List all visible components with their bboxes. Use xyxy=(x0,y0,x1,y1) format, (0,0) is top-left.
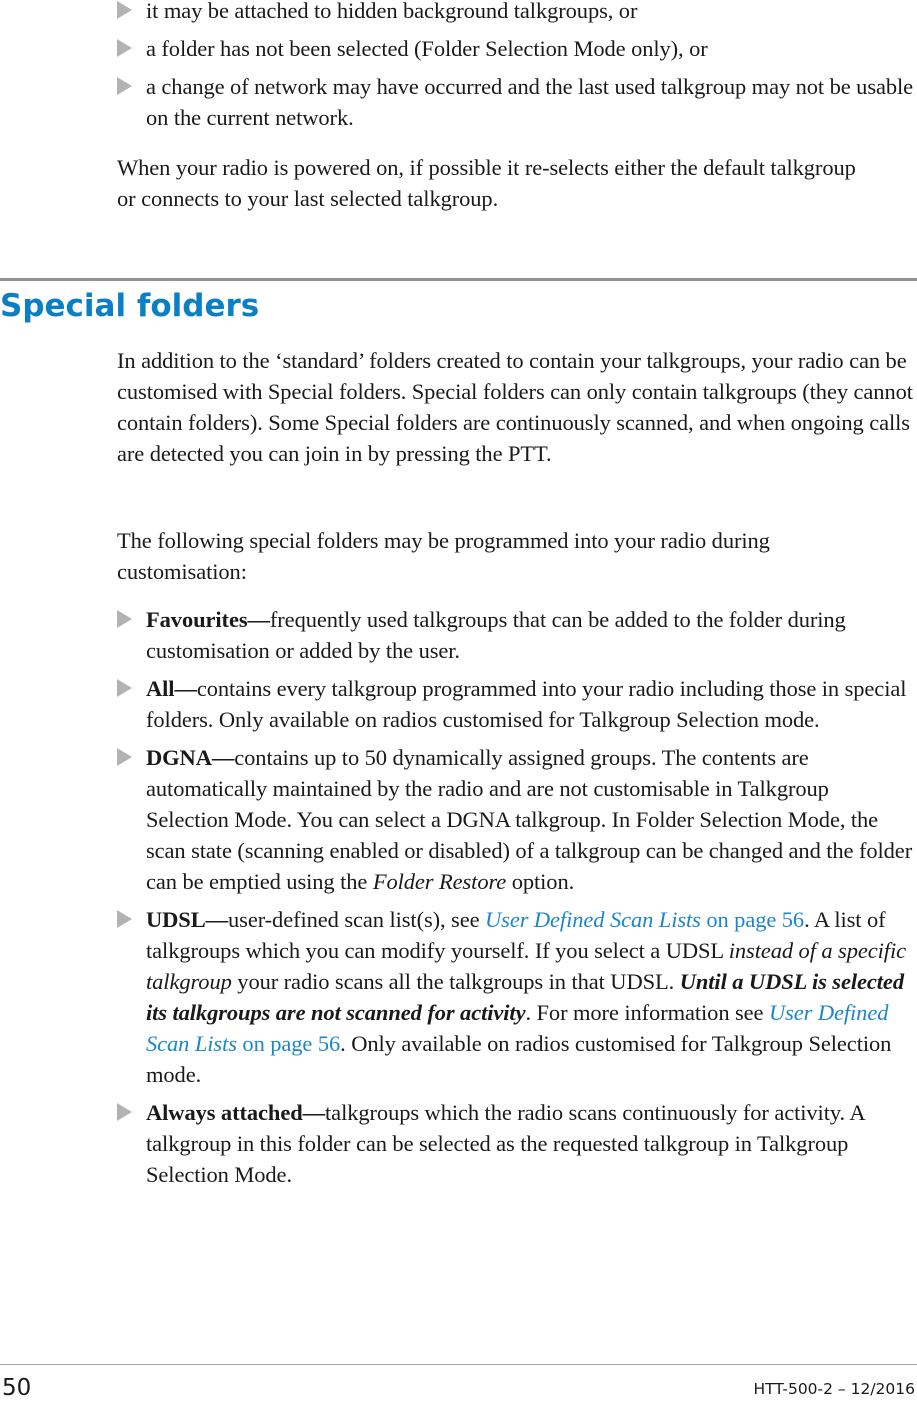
power-on-paragraph: When your radio is powered on, if possib… xyxy=(117,155,856,211)
special-folders-list: Favourites—frequently used talkgroups th… xyxy=(117,604,915,1197)
folder-term: UDSL xyxy=(146,907,206,932)
triangle-bullet-icon xyxy=(117,1103,132,1121)
folder-term: All xyxy=(146,676,175,701)
folder-description: user-defined scan list(s), see xyxy=(228,907,486,932)
udsl-cross-reference-link[interactable]: User Defined Scan Lists on page 56 xyxy=(485,907,804,932)
list-item-udsl: UDSL—user-defined scan list(s), see User… xyxy=(117,904,915,1090)
triangle-bullet-icon xyxy=(117,910,132,928)
document-page: it may be attached to hidden background … xyxy=(0,0,917,1402)
list-item-text: a folder has not been selected (Folder S… xyxy=(146,36,708,61)
folder-description: contains every talkgroup programmed into… xyxy=(146,676,907,732)
triangle-bullet-icon xyxy=(117,77,132,95)
section-intro-paragraph: In addition to the ‘standard’ folders cr… xyxy=(117,348,913,466)
link-page: on page 56 xyxy=(236,1031,341,1056)
em-dash: — xyxy=(211,745,235,770)
section-divider xyxy=(0,278,917,281)
link-page: on page 56 xyxy=(700,907,805,932)
link-title: User Defined Scan Lists xyxy=(485,907,701,932)
triangle-bullet-icon xyxy=(117,748,132,766)
folder-term: Always attached xyxy=(146,1100,303,1125)
continued-bullet-list: it may be attached to hidden background … xyxy=(117,0,917,140)
triangle-bullet-icon xyxy=(117,39,132,57)
page-number: 50 xyxy=(2,1375,32,1401)
em-dash: — xyxy=(302,1100,326,1125)
em-dash: — xyxy=(174,676,197,701)
document-id: HTT-500-2 – 12/2016 xyxy=(753,1380,915,1398)
em-dash: — xyxy=(247,607,270,632)
triangle-bullet-icon xyxy=(117,1,132,19)
list-item: a folder has not been selected (Folder S… xyxy=(117,33,917,64)
triangle-bullet-icon xyxy=(117,679,132,697)
list-item-text: a change of network may have occurred an… xyxy=(146,74,914,130)
folder-restore-option: Folder Restore xyxy=(372,869,507,894)
folder-term: Favourites xyxy=(146,607,248,632)
folder-description: your radio scans all the talkgroups in t… xyxy=(231,969,680,994)
list-item-all: All—contains every talkgroup programmed … xyxy=(117,673,915,735)
section-lead-in-paragraph: The following special folders may be pro… xyxy=(117,528,770,584)
list-item-dgna: DGNA—contains up to 50 dynamically assig… xyxy=(117,742,915,897)
triangle-bullet-icon xyxy=(117,610,132,628)
footer-divider xyxy=(0,1364,917,1365)
section-title: Special folders xyxy=(0,288,260,324)
list-item-favourites: Favourites—frequently used talkgroups th… xyxy=(117,604,891,666)
list-item-always-attached: Always attached—talkgroups which the rad… xyxy=(117,1097,891,1190)
folder-description-end: option. xyxy=(506,869,575,894)
folder-description: . For more information see xyxy=(525,1000,769,1025)
list-item: it may be attached to hidden background … xyxy=(117,0,917,26)
em-dash: — xyxy=(205,907,229,932)
list-item-text: it may be attached to hidden background … xyxy=(146,0,638,23)
list-item: a change of network may have occurred an… xyxy=(117,71,916,133)
folder-term: DGNA xyxy=(146,745,212,770)
